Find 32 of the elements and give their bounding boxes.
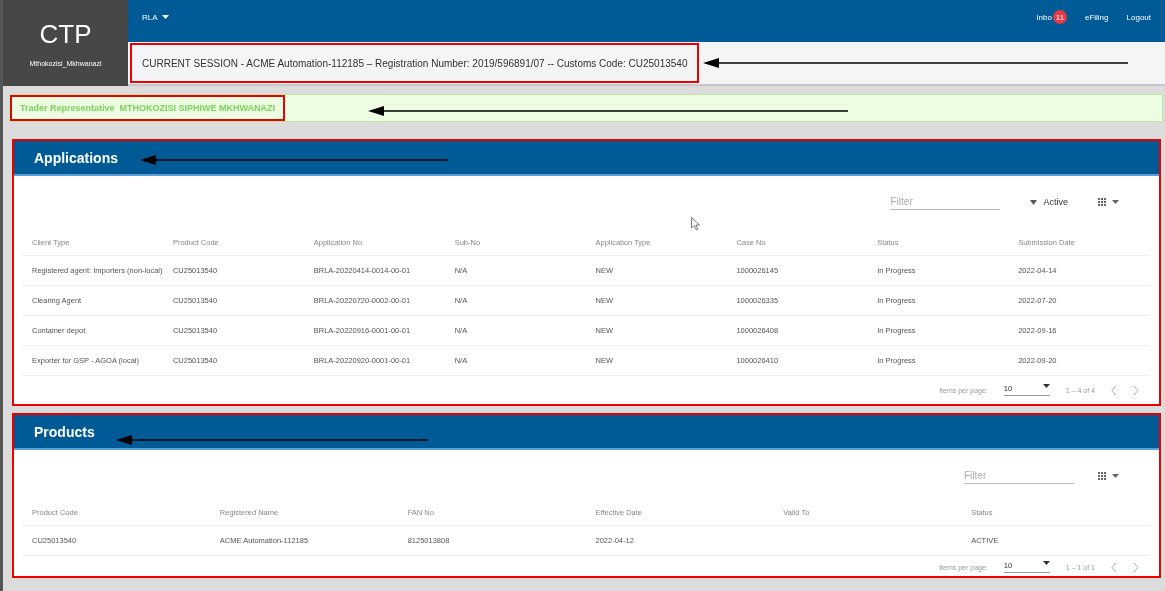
columns-button[interactable] xyxy=(1098,198,1119,206)
nav-link[interactable]: Logout xyxy=(1126,12,1151,22)
chevron-right-icon xyxy=(1133,385,1139,395)
columns-icon xyxy=(1098,198,1106,206)
previous-page-button[interactable] xyxy=(1111,562,1117,572)
next-page-button[interactable] xyxy=(1133,385,1139,395)
next-page-button[interactable] xyxy=(1133,562,1139,572)
chevron-left-icon xyxy=(1111,385,1117,395)
caret-icon xyxy=(1112,474,1119,478)
caret-icon xyxy=(1042,384,1050,388)
filter-field[interactable]: Filter xyxy=(890,194,1001,210)
previous-page-button[interactable] xyxy=(1111,385,1117,395)
logo: CTP xyxy=(39,19,92,50)
chevron-right-icon xyxy=(1133,562,1139,572)
status-filter[interactable]: Active xyxy=(1024,196,1074,208)
caret-icon xyxy=(1112,200,1119,204)
columns-icon xyxy=(1098,472,1106,480)
columns-button[interactable] xyxy=(1098,472,1119,480)
caret-icon xyxy=(161,15,169,19)
panel-title: Applications xyxy=(34,149,118,166)
notification-badge: 11 xyxy=(1052,10,1067,24)
session-info: CURRENT SESSION - ACME Automation-112185 – Registration Number: 2019/596891/07 -- Customs Code: CU25013540 xyxy=(130,43,700,83)
cursor-icon xyxy=(691,217,701,231)
filter-field[interactable]: Filter xyxy=(964,468,1074,484)
filter-icon xyxy=(1030,199,1038,205)
chevron-left-icon xyxy=(1111,562,1117,572)
trader-representative: Trader Representative MTHOKOZISI SIPHIWE MKHWANAZI xyxy=(10,95,286,121)
inbox-link[interactable]: Inbo 11 xyxy=(1036,10,1067,24)
panel-title: Products xyxy=(34,423,95,440)
nav-link[interactable]: eFiling xyxy=(1084,12,1109,22)
caret-icon xyxy=(1042,561,1050,565)
menu-button[interactable]: RLA xyxy=(142,12,169,22)
